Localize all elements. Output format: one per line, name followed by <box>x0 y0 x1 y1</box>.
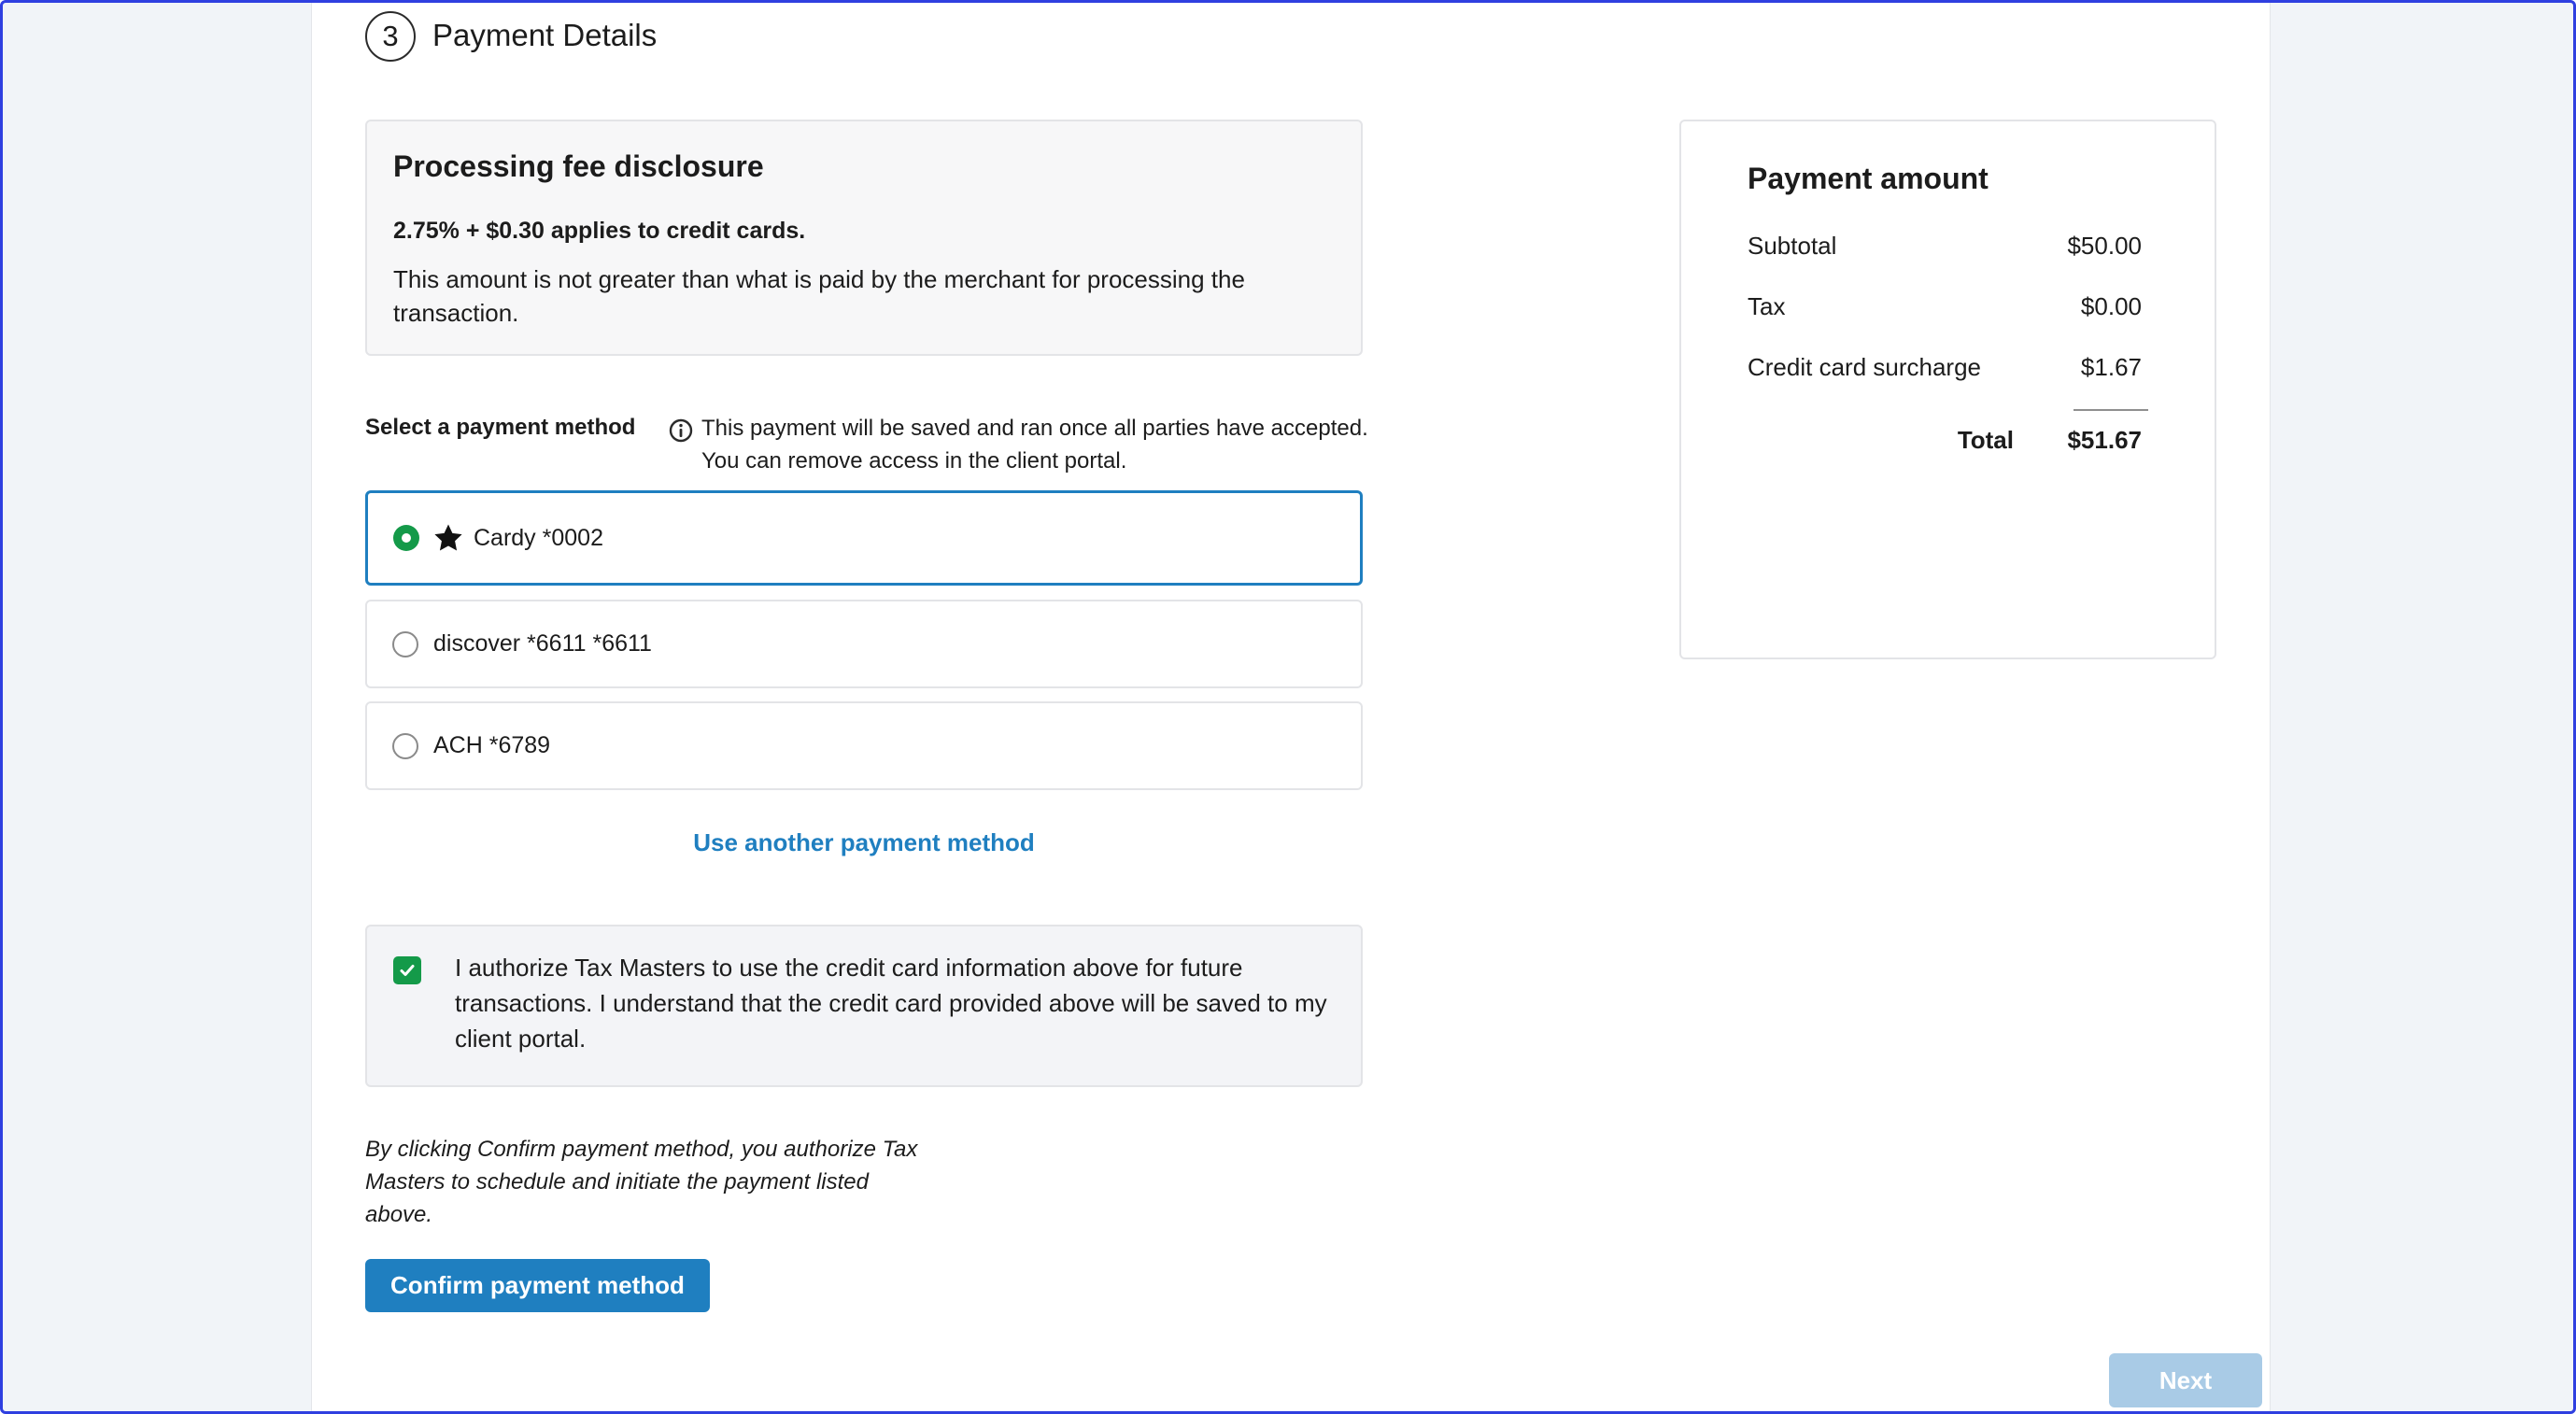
step-number-badge: 3 <box>365 11 416 62</box>
surcharge-label: Credit card surcharge <box>1748 353 1981 381</box>
step-title: Payment Details <box>432 18 658 52</box>
fee-disclosure-text: This amount is not greater than what is … <box>393 265 1245 327</box>
authorization-text: I authorize Tax Masters to use the credi… <box>455 954 1327 1053</box>
tax-value: $0.00 <box>2080 292 2142 320</box>
radio-unselected[interactable] <box>392 630 418 658</box>
payment-option-ach[interactable]: ACH *6789 <box>365 701 1363 790</box>
check-icon <box>400 965 415 976</box>
subtotal-value: $50.00 <box>2067 232 2142 260</box>
select-payment-method-label: Select a payment method <box>365 415 636 440</box>
subtotal-label: Subtotal <box>1748 232 1837 260</box>
fee-rate-text: 2.75% + $0.30 applies to credit cards. <box>393 218 806 244</box>
tax-label: Tax <box>1748 292 1786 320</box>
payment-option-cardy[interactable]: Cardy *0002 <box>365 490 1363 586</box>
payment-info-text: This payment will be saved and ran once … <box>701 416 1368 474</box>
next-button[interactable]: Next <box>2109 1353 2262 1407</box>
payment-amount-title: Payment amount <box>1748 162 1989 195</box>
total-label: Total <box>1957 426 2014 454</box>
surcharge-value: $1.67 <box>2080 353 2142 381</box>
payment-option-label: discover *6611 *6611 <box>433 630 652 657</box>
confirm-disclaimer: By clicking Confirm payment method, you … <box>365 1137 918 1227</box>
authorize-checkbox[interactable] <box>393 956 421 984</box>
payment-amount-box <box>1679 120 2216 659</box>
payment-option-discover[interactable]: discover *6611 *6611 <box>365 600 1363 688</box>
fee-disclosure-title: Processing fee disclosure <box>393 149 764 183</box>
use-another-payment-method-link[interactable]: Use another payment method <box>365 828 1363 857</box>
confirm-payment-method-button[interactable]: Confirm payment method <box>365 1259 710 1312</box>
total-divider <box>2074 409 2148 411</box>
total-value: $51.67 <box>2067 426 2142 454</box>
payment-option-label: ACH *6789 <box>433 732 551 758</box>
star-icon <box>434 524 462 551</box>
payment-option-label: Cardy *0002 <box>474 524 603 551</box>
radio-unselected[interactable] <box>392 732 418 759</box>
info-icon <box>669 418 693 443</box>
radio-selected[interactable] <box>393 525 419 551</box>
app-frame: 3 Payment Details Processing fee disclos… <box>0 0 2576 1414</box>
